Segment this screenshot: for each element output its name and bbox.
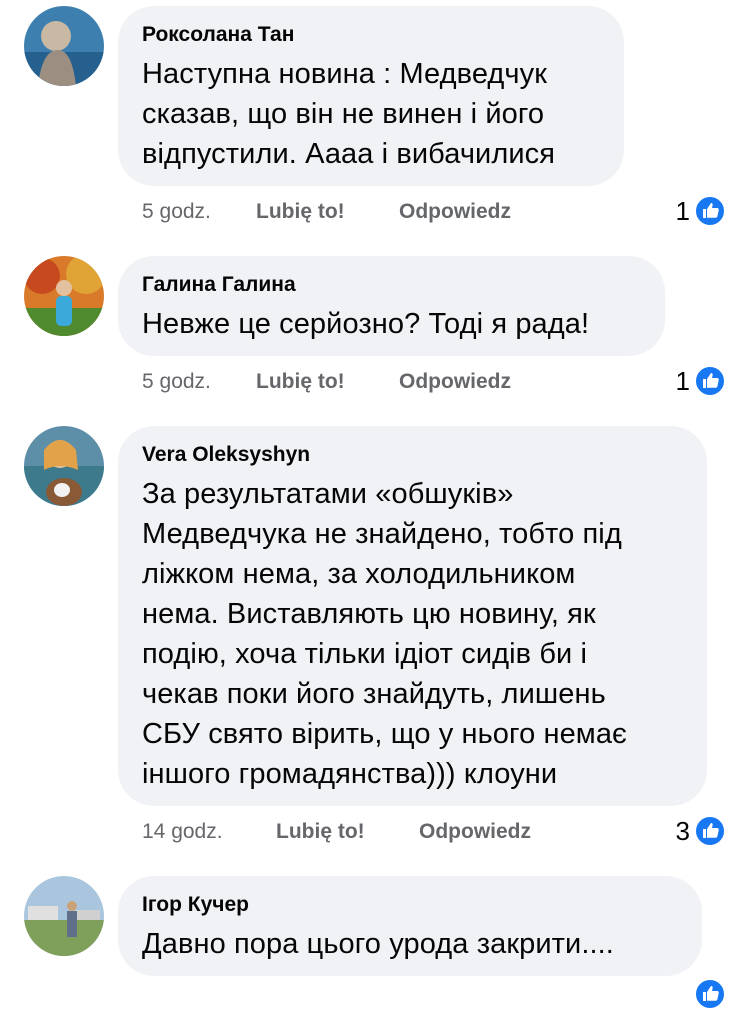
comment-actions: 5 godz. Lubię to! Odpowiedz (142, 199, 511, 225)
comment-author[interactable]: Галина Галина (142, 272, 639, 298)
reaction-summary[interactable]: 3 (676, 815, 726, 847)
comment-time[interactable]: 14 godz. (142, 819, 276, 845)
comment-bubble: Роксолана Тан Наступна новина : Медведчу… (118, 6, 624, 186)
like-icon (694, 195, 726, 227)
comment-text: Наступна новина : Медведчук сказав, що в… (142, 58, 556, 170)
reply-button[interactable]: Odpowiedz (399, 199, 511, 225)
like-button[interactable]: Lubię to! (256, 199, 399, 225)
like-icon (694, 365, 726, 397)
comment-text: Давно пора цього урода закрити.... (142, 928, 614, 960)
like-button[interactable]: Lubię to! (256, 369, 399, 395)
avatar[interactable] (24, 426, 104, 506)
comment-actions: 14 godz. Lubię to! Odpowiedz (142, 819, 531, 845)
comment-bubble: Галина Галина Невже це серйозно? Тоді я … (118, 256, 665, 356)
reaction-count: 1 (675, 195, 690, 226)
reaction-count: 1 (675, 365, 690, 396)
comment-text: Невже це серйозно? Тоді я рада! (142, 308, 590, 340)
comment-author[interactable]: Ігор Кучер (142, 892, 676, 918)
comment-time[interactable]: 5 godz. (142, 369, 256, 395)
comment-bubble: Vera Oleksyshyn За результатами «обшуків… (118, 426, 707, 806)
reaction-summary[interactable]: 1 (676, 365, 726, 397)
comment-author[interactable]: Роксолана Тан (142, 22, 598, 48)
avatar[interactable] (24, 876, 104, 956)
comment-bubble: Ігор Кучер Давно пора цього урода закрит… (118, 876, 702, 976)
comment-time[interactable]: 5 godz. (142, 199, 256, 225)
reply-button[interactable]: Odpowiedz (399, 369, 511, 395)
comment-author[interactable]: Vera Oleksyshyn (142, 442, 681, 468)
comment-actions: 5 godz. Lubię to! Odpowiedz (142, 369, 511, 395)
reaction-count: 3 (675, 815, 690, 846)
like-icon (694, 815, 726, 847)
like-button[interactable]: Lubię to! (276, 819, 419, 845)
reply-button[interactable]: Odpowiedz (419, 819, 531, 845)
comment-text: За результатами «обшуків» Медведчука не … (142, 478, 627, 790)
avatar[interactable] (24, 6, 104, 86)
avatar[interactable] (24, 256, 104, 336)
reaction-summary[interactable] (694, 978, 726, 1010)
reaction-summary[interactable]: 1 (676, 195, 726, 227)
like-icon (694, 978, 726, 1010)
